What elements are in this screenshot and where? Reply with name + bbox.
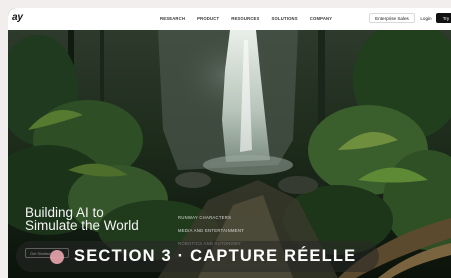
nav-item-research[interactable]: RESEARCH	[160, 16, 185, 21]
nav-item-company[interactable]: COMPANY	[310, 16, 333, 21]
link-media-entertainment[interactable]: MEDIA AND ENTERTAINMENT	[178, 228, 244, 241]
record-dot-icon	[50, 249, 64, 264]
login-button[interactable]: Login	[418, 13, 434, 23]
headline-line-2: Simulate the World	[25, 218, 139, 233]
enterprise-sales-button[interactable]: Enterprise Sales	[369, 13, 415, 23]
page-margin	[0, 0, 8, 278]
browser-viewport: ay RESEARCH PRODUCT RESOURCES SOLUTIONS …	[8, 8, 451, 278]
hero-headline: Building AI to Simulate the World	[25, 206, 139, 233]
nav-item-product[interactable]: PRODUCT	[197, 16, 219, 21]
link-runway-characters[interactable]: RUNWAY CHARACTERS	[178, 215, 244, 228]
brand-logo[interactable]: ay	[12, 12, 23, 23]
top-navigation-bar: ay RESEARCH PRODUCT RESOURCES SOLUTIONS …	[8, 8, 451, 30]
nav-item-solutions[interactable]: SOLUTIONS	[272, 16, 298, 21]
main-nav: RESEARCH PRODUCT RESOURCES SOLUTIONS COM…	[160, 16, 332, 21]
try-button[interactable]: Try	[436, 13, 451, 23]
section-caption-text: SECTION 3 · CAPTURE RÉELLE	[74, 247, 357, 265]
section-caption-overlay: SECTION 3 · CAPTURE RÉELLE	[16, 241, 379, 272]
nav-item-resources[interactable]: RESOURCES	[231, 16, 259, 21]
